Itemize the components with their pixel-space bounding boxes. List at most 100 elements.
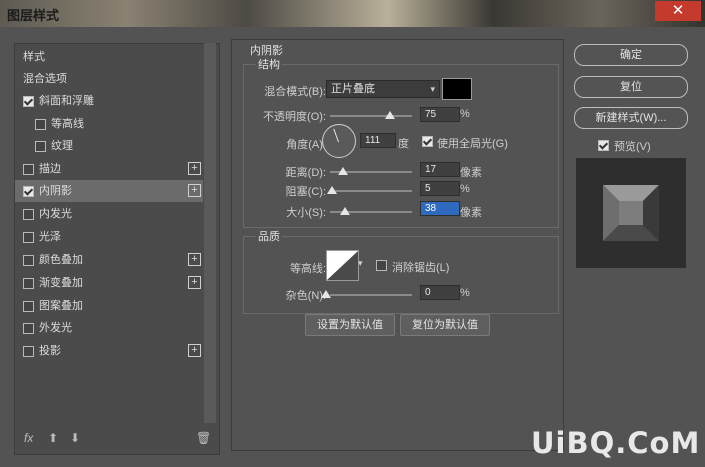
shadow-color-swatch[interactable] — [442, 78, 472, 100]
reset-button[interactable]: 复位 — [574, 76, 688, 98]
blend-mode-value: 正片叠底 — [331, 83, 375, 95]
size-slider-thumb[interactable] — [340, 207, 350, 215]
style-list-item[interactable]: 颜色叠加 + — [15, 249, 203, 271]
preview-label: 预览(V) — [614, 141, 651, 153]
noise-field[interactable]: 0 — [420, 285, 460, 300]
angle-field[interactable]: 111 — [360, 133, 396, 148]
style-item-checkbox[interactable] — [23, 346, 34, 357]
antialias-label: 消除锯齿(L) — [392, 262, 450, 274]
move-up-icon[interactable]: ⬆ — [48, 431, 58, 445]
style-item-checkbox[interactable] — [35, 141, 46, 152]
style-item-checkbox[interactable] — [23, 96, 34, 107]
style-list-item[interactable]: 光泽 — [15, 226, 203, 248]
style-list-item[interactable]: 内阴影 + — [15, 180, 203, 202]
size-field[interactable]: 38 — [420, 201, 460, 216]
add-effect-icon[interactable]: + — [188, 253, 201, 266]
style-item-label: 混合选项 — [23, 73, 67, 85]
opacity-label: 不透明度(O): — [263, 111, 326, 123]
noise-unit: % — [460, 287, 470, 299]
style-item-checkbox[interactable] — [23, 232, 34, 243]
style-list-scrollbar[interactable] — [204, 43, 216, 423]
style-list-item[interactable]: 外发光 — [15, 317, 203, 339]
add-effect-icon[interactable]: + — [188, 162, 201, 175]
opacity-field[interactable]: 75 — [420, 107, 460, 122]
style-list-item[interactable]: 图案叠加 — [15, 295, 203, 317]
new-style-button[interactable]: 新建样式(W)... — [574, 107, 688, 129]
opacity-slider-thumb[interactable] — [385, 111, 395, 119]
style-item-checkbox[interactable] — [23, 186, 34, 197]
style-list-panel: 样式混合选项斜面和浮雕等高线纹理描边 + 内阴影 + 内发光光泽颜色叠加 + 渐变叠加 + 图案… — [14, 43, 220, 455]
quality-title: 品质 — [256, 228, 282, 244]
style-item-label: 外发光 — [39, 322, 72, 334]
add-effect-icon[interactable]: + — [188, 276, 201, 289]
choke-slider-thumb[interactable] — [327, 186, 337, 194]
style-item-checkbox[interactable] — [23, 164, 34, 175]
reset-default-button[interactable]: 复位为默认值 — [400, 314, 490, 336]
structure-title: 结构 — [256, 56, 282, 72]
size-unit: 像素 — [460, 207, 482, 219]
add-effect-icon[interactable]: + — [188, 184, 201, 197]
angle-dial[interactable] — [322, 124, 356, 158]
style-item-checkbox[interactable] — [23, 255, 34, 266]
angle-unit: 度 — [398, 138, 409, 150]
distance-slider-thumb[interactable] — [338, 167, 348, 175]
contour-curve-icon — [327, 251, 358, 280]
move-down-icon[interactable]: ⬇ — [70, 431, 80, 445]
noise-slider-thumb[interactable] — [321, 290, 331, 298]
angle-label: 角度(A): — [286, 139, 326, 151]
global-light-checkbox[interactable] — [422, 136, 433, 147]
style-list-item[interactable]: 纹理 — [15, 135, 203, 157]
choke-unit: % — [460, 183, 470, 195]
style-item-checkbox[interactable] — [23, 323, 34, 334]
distance-label: 距离(D): — [285, 167, 326, 179]
style-item-label: 光泽 — [39, 231, 61, 243]
style-item-label: 投影 — [39, 345, 61, 357]
blend-mode-label: 混合模式(B): — [264, 86, 326, 98]
noise-label: 杂色(N): — [285, 290, 326, 302]
make-default-button[interactable]: 设置为默认值 — [305, 314, 395, 336]
contour-picker[interactable] — [326, 250, 359, 281]
add-effect-icon[interactable]: + — [188, 344, 201, 357]
style-list-item[interactable]: 描边 + — [15, 158, 203, 180]
choke-slider[interactable] — [330, 190, 412, 192]
style-list-item[interactable]: 投影 + — [15, 340, 203, 362]
noise-slider[interactable] — [330, 294, 412, 296]
style-list-item[interactable]: 等高线 — [15, 113, 203, 135]
inner-shadow-panel: 内阴影 结构 混合模式(B): 正片叠底 ▾ 不透明度(O): 75 % 角度(… — [231, 39, 564, 451]
style-item-label: 样式 — [23, 51, 45, 63]
opacity-unit: % — [460, 108, 470, 120]
chevron-down-icon: ▾ — [430, 84, 435, 94]
style-item-checkbox[interactable] — [35, 119, 46, 130]
choke-field[interactable]: 5 — [420, 181, 460, 196]
distance-field[interactable]: 17 — [420, 162, 460, 177]
size-label: 大小(S): — [286, 207, 326, 219]
antialias-checkbox[interactable] — [376, 260, 387, 271]
title-bar: 图层样式 ✕ — [0, 0, 705, 27]
distance-unit: 像素 — [460, 167, 482, 179]
style-item-checkbox[interactable] — [23, 301, 34, 312]
style-list-item[interactable]: 样式 — [15, 46, 203, 68]
style-item-checkbox[interactable] — [23, 209, 34, 220]
blend-mode-select[interactable]: 正片叠底 ▾ — [326, 80, 440, 98]
style-item-label: 内发光 — [39, 208, 72, 220]
opacity-slider[interactable] — [330, 115, 412, 117]
style-item-checkbox[interactable] — [23, 278, 34, 289]
trash-icon[interactable]: 🗑 — [196, 431, 211, 445]
style-item-label: 斜面和浮雕 — [39, 95, 94, 107]
style-list-item[interactable]: 混合选项 — [15, 68, 203, 90]
style-list-item[interactable]: 渐变叠加 + — [15, 272, 203, 294]
style-item-label: 内阴影 — [39, 185, 72, 197]
contour-label: 等高线: — [289, 263, 326, 275]
style-list-item[interactable]: 内发光 — [15, 203, 203, 225]
close-button[interactable]: ✕ — [655, 1, 701, 21]
watermark: UiBQ.CoM — [531, 426, 701, 460]
fx-icon[interactable]: fx — [24, 431, 33, 445]
contour-chevron-icon[interactable]: ▾ — [358, 258, 363, 269]
style-item-label: 纹理 — [51, 140, 73, 152]
ok-button[interactable]: 确定 — [574, 44, 688, 66]
style-list-toolbar: fx ⬆ ⬇ 🗑 — [14, 428, 211, 450]
layer-style-dialog: 图层样式 ✕ 样式混合选项斜面和浮雕等高线纹理描边 + 内阴影 + 内发光光泽颜色叠加 +… — [0, 0, 705, 467]
style-list-item[interactable]: 斜面和浮雕 — [15, 90, 203, 112]
preview-checkbox[interactable] — [598, 140, 609, 151]
style-item-label: 渐变叠加 — [39, 277, 83, 289]
